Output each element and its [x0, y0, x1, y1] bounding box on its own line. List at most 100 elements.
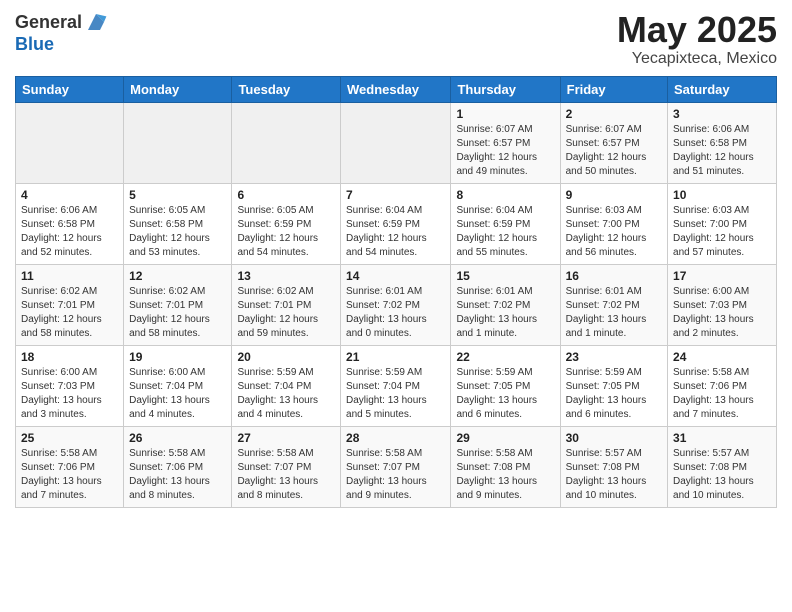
day-number: 30 — [566, 431, 662, 445]
calendar-cell: 8Sunrise: 6:04 AM Sunset: 6:59 PM Daylig… — [451, 183, 560, 264]
day-number: 21 — [346, 350, 445, 364]
day-number: 15 — [456, 269, 554, 283]
calendar-cell: 1Sunrise: 6:07 AM Sunset: 6:57 PM Daylig… — [451, 102, 560, 183]
calendar-cell: 9 Sunrise: 6:03 AM Sunset: 7:00 PM Daylig… — [560, 183, 667, 264]
day-info: Sunrise: 6:03 AM Sunset: 7:00 PM Dayligh… — [673, 204, 771, 260]
calendar-cell: 7 Sunrise: 6:04 AM Sunset: 6:59 PM Daylig… — [341, 183, 451, 264]
day-info: Sunrise: 6:01 AM Sunset: 7:02 PM Dayligh… — [346, 285, 445, 341]
weekday-header-wednesday: Wednesday — [341, 76, 451, 102]
calendar-cell: 16Sunrise: 6:01 AM Sunset: 7:02 PM Dayli… — [560, 264, 667, 345]
day-number: 10 — [673, 188, 771, 202]
day-number: 5 — [129, 188, 226, 202]
day-info: Sunrise: 5:57 AM Sunset: 7:08 PM Dayligh… — [673, 447, 771, 503]
day-number: 9 — [566, 188, 662, 202]
day-info: Sunrise: 6:05 AM Sunset: 6:59 PM Dayligh… — [237, 204, 335, 260]
weekday-header-thursday: Thursday — [451, 76, 560, 102]
day-number: 4 — [21, 188, 118, 202]
day-info: Sunrise: 5:58 AM Sunset: 7:07 PM Dayligh… — [346, 447, 445, 503]
day-number: 11 — [21, 269, 118, 283]
calendar-cell: 4 Sunrise: 6:06 AM Sunset: 6:58 PM Daylig… — [16, 183, 124, 264]
day-number: 31 — [673, 431, 771, 445]
day-info: Sunrise: 5:59 AM Sunset: 7:05 PM Dayligh… — [456, 366, 554, 422]
logo-text-block: General Blue — [15, 10, 108, 55]
calendar-cell: 5 Sunrise: 6:05 AM Sunset: 6:58 PM Daylig… — [124, 183, 232, 264]
calendar-cell: 12 Sunrise: 6:02 AM Sunset: 7:01 PM Dayli… — [124, 264, 232, 345]
logo: General Blue — [15, 10, 108, 55]
day-number: 7 — [346, 188, 445, 202]
calendar-week-5: 25 Sunrise: 5:58 AM Sunset: 7:06 PM Dayli… — [16, 426, 777, 507]
calendar-cell — [16, 102, 124, 183]
location: Yecapixteca, Mexico — [617, 50, 777, 68]
day-number: 2 — [566, 107, 662, 121]
weekday-header-row: SundayMondayTuesdayWednesdayThursdayFrid… — [16, 76, 777, 102]
calendar-cell: 13Sunrise: 6:02 AM Sunset: 7:01 PM Dayli… — [232, 264, 341, 345]
calendar-cell: 24Sunrise: 5:58 AM Sunset: 7:06 PM Dayli… — [668, 345, 777, 426]
day-number: 25 — [21, 431, 118, 445]
day-info: Sunrise: 6:06 AM Sunset: 6:58 PM Dayligh… — [21, 204, 118, 260]
day-number: 29 — [456, 431, 554, 445]
calendar-cell: 27 Sunrise: 5:58 AM Sunset: 7:07 PM Dayli… — [232, 426, 341, 507]
calendar-cell: 18 Sunrise: 6:00 AM Sunset: 7:03 PM Dayli… — [16, 345, 124, 426]
day-info: Sunrise: 6:03 AM Sunset: 7:00 PM Dayligh… — [566, 204, 662, 260]
day-number: 18 — [21, 350, 118, 364]
day-number: 3 — [673, 107, 771, 121]
calendar-cell: 21Sunrise: 5:59 AM Sunset: 7:04 PM Dayli… — [341, 345, 451, 426]
calendar-cell: 6 Sunrise: 6:05 AM Sunset: 6:59 PM Daylig… — [232, 183, 341, 264]
calendar-cell: 14 Sunrise: 6:01 AM Sunset: 7:02 PM Dayli… — [341, 264, 451, 345]
calendar-cell — [341, 102, 451, 183]
day-number: 23 — [566, 350, 662, 364]
day-info: Sunrise: 6:00 AM Sunset: 7:04 PM Dayligh… — [129, 366, 226, 422]
calendar-week-4: 18 Sunrise: 6:00 AM Sunset: 7:03 PM Dayli… — [16, 345, 777, 426]
day-number: 13 — [237, 269, 335, 283]
calendar-cell: 10 Sunrise: 6:03 AM Sunset: 7:00 PM Dayli… — [668, 183, 777, 264]
weekday-header-tuesday: Tuesday — [232, 76, 341, 102]
calendar-cell: 25 Sunrise: 5:58 AM Sunset: 7:06 PM Dayli… — [16, 426, 124, 507]
day-number: 28 — [346, 431, 445, 445]
calendar-cell: 22 Sunrise: 5:59 AM Sunset: 7:05 PM Dayli… — [451, 345, 560, 426]
calendar-cell: 19 Sunrise: 6:00 AM Sunset: 7:04 PM Dayli… — [124, 345, 232, 426]
calendar-cell — [232, 102, 341, 183]
day-number: 22 — [456, 350, 554, 364]
calendar-cell: 15Sunrise: 6:01 AM Sunset: 7:02 PM Dayli… — [451, 264, 560, 345]
day-info: Sunrise: 6:02 AM Sunset: 7:01 PM Dayligh… — [129, 285, 226, 341]
calendar-cell: 31 Sunrise: 5:57 AM Sunset: 7:08 PM Dayli… — [668, 426, 777, 507]
day-number: 27 — [237, 431, 335, 445]
weekday-header-saturday: Saturday — [668, 76, 777, 102]
calendar-cell: 20Sunrise: 5:59 AM Sunset: 7:04 PM Dayli… — [232, 345, 341, 426]
day-info: Sunrise: 6:00 AM Sunset: 7:03 PM Dayligh… — [21, 366, 118, 422]
day-info: Sunrise: 5:59 AM Sunset: 7:05 PM Dayligh… — [566, 366, 662, 422]
day-info: Sunrise: 5:58 AM Sunset: 7:06 PM Dayligh… — [21, 447, 118, 503]
day-info: Sunrise: 6:04 AM Sunset: 6:59 PM Dayligh… — [346, 204, 445, 260]
page-header: General Blue May 2025 Yecapixteca, Mexic… — [15, 10, 777, 68]
calendar-cell: 11Sunrise: 6:02 AM Sunset: 7:01 PM Dayli… — [16, 264, 124, 345]
calendar-cell: 29 Sunrise: 5:58 AM Sunset: 7:08 PM Dayli… — [451, 426, 560, 507]
calendar-table: SundayMondayTuesdayWednesdayThursdayFrid… — [15, 76, 777, 508]
logo-general-text: General — [15, 10, 108, 34]
calendar-cell: 30Sunrise: 5:57 AM Sunset: 7:08 PM Dayli… — [560, 426, 667, 507]
day-number: 6 — [237, 188, 335, 202]
day-info: Sunrise: 6:06 AM Sunset: 6:58 PM Dayligh… — [673, 123, 771, 179]
day-number: 17 — [673, 269, 771, 283]
calendar-cell — [124, 102, 232, 183]
day-info: Sunrise: 6:07 AM Sunset: 6:57 PM Dayligh… — [566, 123, 662, 179]
day-info: Sunrise: 5:58 AM Sunset: 7:08 PM Dayligh… — [456, 447, 554, 503]
day-number: 16 — [566, 269, 662, 283]
day-number: 26 — [129, 431, 226, 445]
calendar-cell: 3 Sunrise: 6:06 AM Sunset: 6:58 PM Daylig… — [668, 102, 777, 183]
weekday-header-friday: Friday — [560, 76, 667, 102]
weekday-header-sunday: Sunday — [16, 76, 124, 102]
day-number: 19 — [129, 350, 226, 364]
day-number: 14 — [346, 269, 445, 283]
day-info: Sunrise: 5:58 AM Sunset: 7:07 PM Dayligh… — [237, 447, 335, 503]
calendar-cell: 17 Sunrise: 6:00 AM Sunset: 7:03 PM Dayli… — [668, 264, 777, 345]
calendar-cell: 26 Sunrise: 5:58 AM Sunset: 7:06 PM Dayli… — [124, 426, 232, 507]
day-info: Sunrise: 6:00 AM Sunset: 7:03 PM Dayligh… — [673, 285, 771, 341]
day-info: Sunrise: 5:59 AM Sunset: 7:04 PM Dayligh… — [237, 366, 335, 422]
calendar-week-2: 4 Sunrise: 6:06 AM Sunset: 6:58 PM Daylig… — [16, 183, 777, 264]
day-info: Sunrise: 6:04 AM Sunset: 6:59 PM Dayligh… — [456, 204, 554, 260]
day-info: Sunrise: 6:05 AM Sunset: 6:58 PM Dayligh… — [129, 204, 226, 260]
calendar-week-1: 1Sunrise: 6:07 AM Sunset: 6:57 PM Daylig… — [16, 102, 777, 183]
day-info: Sunrise: 5:58 AM Sunset: 7:06 PM Dayligh… — [129, 447, 226, 503]
weekday-header-monday: Monday — [124, 76, 232, 102]
day-number: 12 — [129, 269, 226, 283]
